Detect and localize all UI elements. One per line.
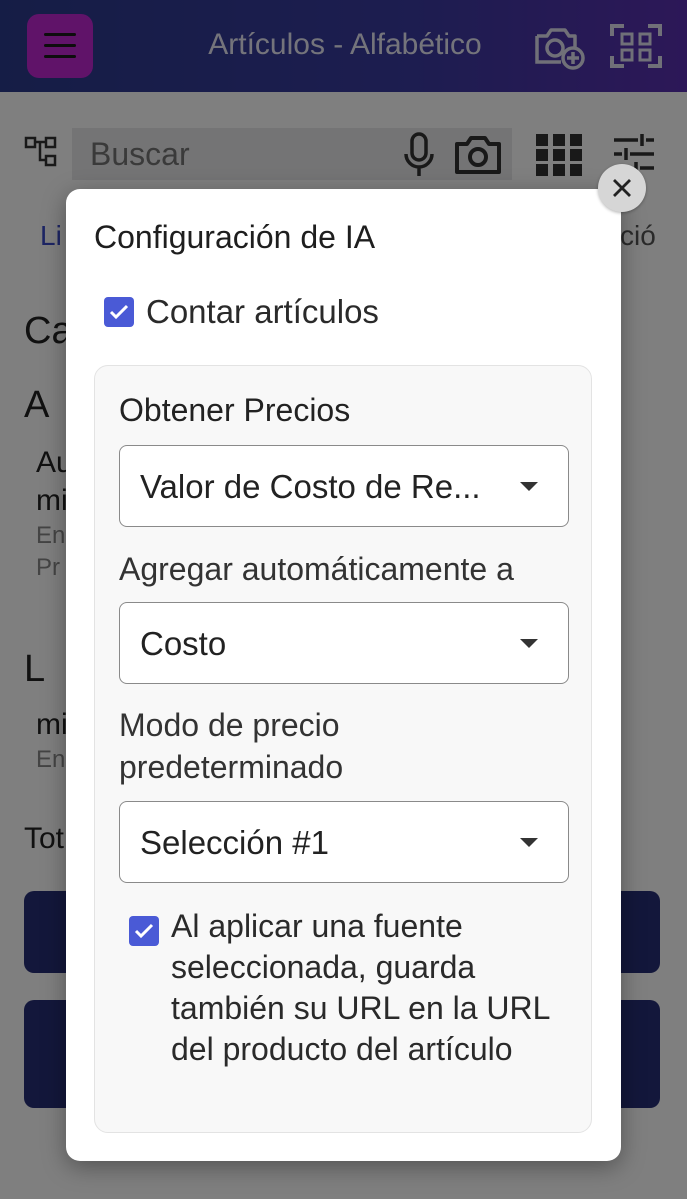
default-mode-label: Modo de precio predeterminado [119, 707, 344, 785]
count-items-label: Contar artículos [146, 293, 379, 330]
auto-add-value: Costo [140, 625, 227, 662]
save-url-checkbox[interactable] [129, 916, 159, 946]
price-source-select[interactable]: Valor de Costo de Re... [119, 445, 569, 527]
dialog-title: Configuración de IA [94, 219, 376, 255]
price-settings-panel: Obtener Precios Valor de Costo de Re... … [94, 365, 592, 1133]
dropdown-arrow-icon [520, 639, 538, 648]
default-mode-value: Selección #1 [140, 824, 329, 861]
dropdown-arrow-icon [520, 838, 538, 847]
toolbar-dim [0, 0, 687, 92]
ai-settings-dialog: Configuración de IA Contar artículos Obt… [66, 189, 621, 1161]
count-items-checkbox[interactable] [104, 297, 134, 327]
close-dialog-button[interactable] [598, 164, 646, 212]
auto-add-select[interactable]: Costo [119, 602, 569, 684]
section-title: Obtener Precios [119, 392, 351, 428]
close-icon [613, 179, 631, 197]
default-mode-select[interactable]: Selección #1 [119, 801, 569, 883]
check-icon [134, 923, 154, 939]
count-items-checkbox-row[interactable]: Contar artículos [104, 293, 379, 331]
save-url-label: Al aplicar una fuente seleccionada, guar… [171, 908, 550, 1067]
dropdown-arrow-icon [520, 482, 538, 491]
check-icon [109, 304, 129, 320]
price-source-value: Valor de Costo de Re... [140, 468, 481, 505]
auto-add-label: Agregar automáticamente a [119, 551, 514, 587]
